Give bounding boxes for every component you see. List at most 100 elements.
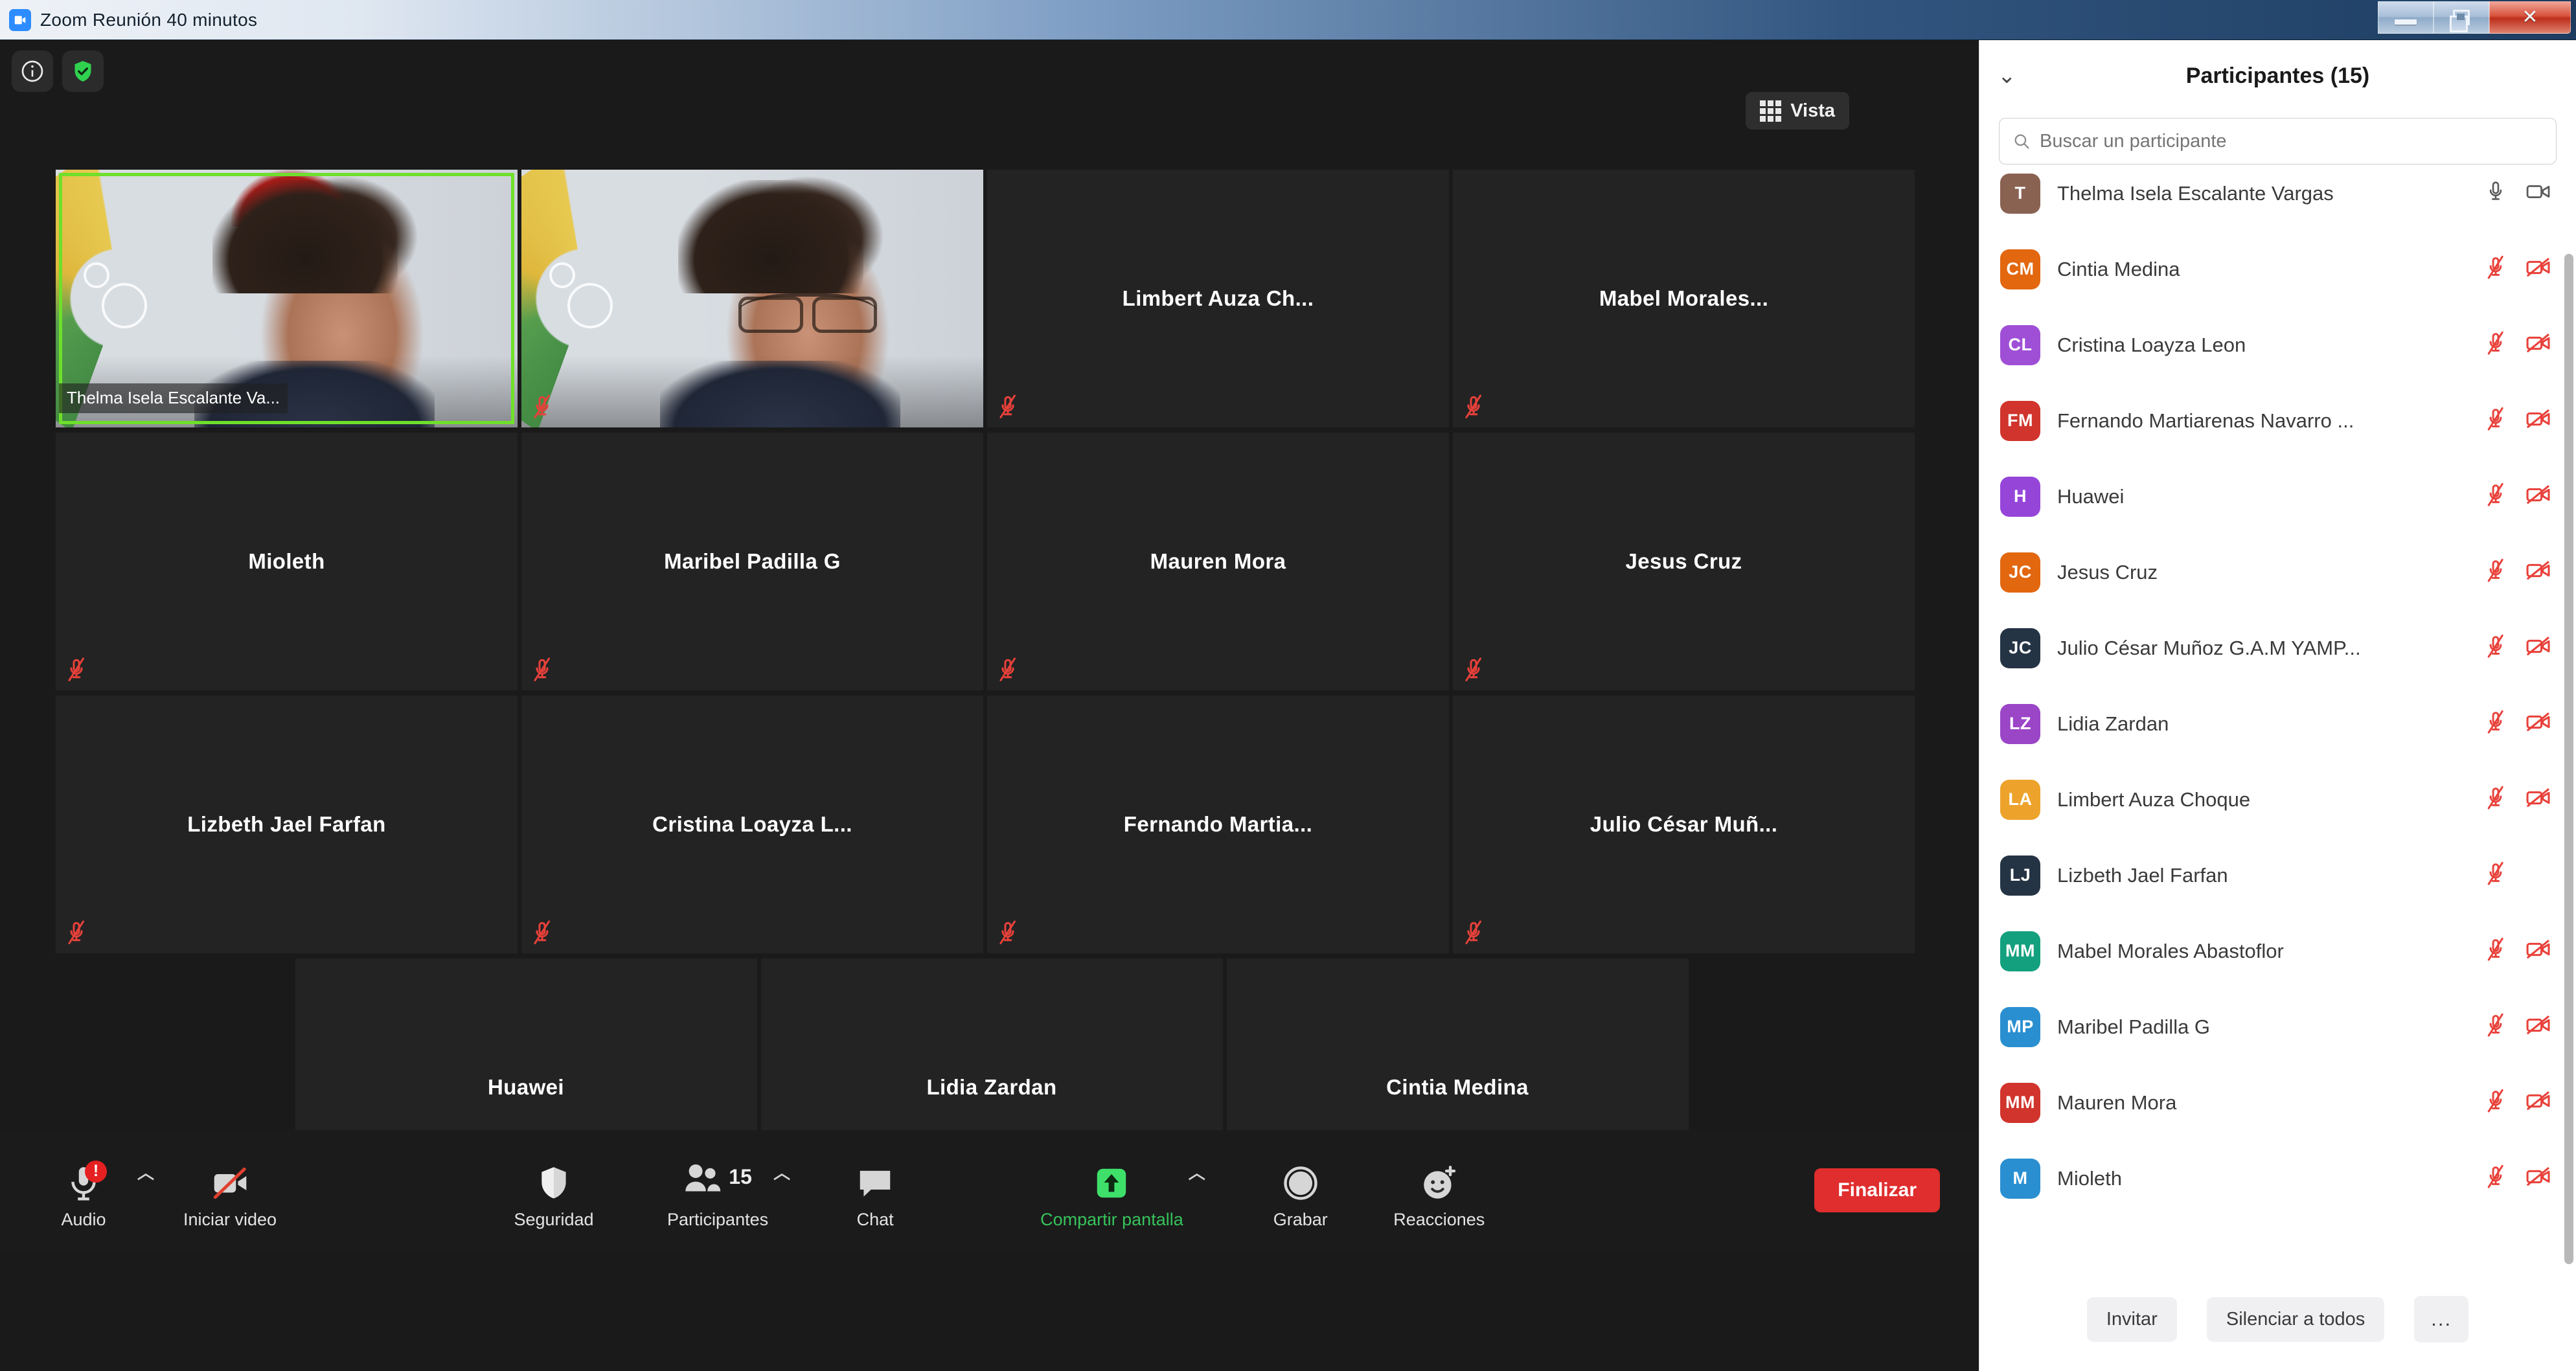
minimize-button[interactable] [2378,1,2434,34]
video-tile[interactable] [521,170,983,427]
background-logo-ring [549,262,575,289]
participant-row[interactable]: MM Mabel Morales Abastoflor [1979,913,2576,989]
hair [212,179,398,294]
participant-row[interactable]: LJ Lizbeth Jael Farfan [1979,837,2576,913]
record-button-label: Grabar [1273,1209,1328,1229]
video-tile[interactable]: Lizbeth Jael Farfan [56,696,518,953]
avatar: LA [2000,779,2040,820]
muted-mic-icon[interactable] [2483,331,2509,359]
camera-off-icon[interactable] [2525,407,2551,435]
muted-mic-icon[interactable] [2483,407,2509,435]
participant-search-box[interactable] [1999,118,2557,164]
participant-row[interactable]: LA Limbert Auza Choque [1979,762,2576,837]
muted-mic-icon[interactable] [2483,1164,2509,1192]
participant-name: Cintia Medina [2057,257,2180,280]
participant-name: Lizbeth Jael Farfan [2057,863,2228,887]
muted-mic-icon[interactable] [2483,786,2509,813]
share-screen-button[interactable]: Compartir pantalla [1040,1151,1183,1230]
participant-name: Limbert Auza Choque [2057,787,2251,811]
participant-row[interactable]: CM Cintia Medina [1979,231,2576,307]
share-options-caret[interactable]: ︿ [1183,1160,1211,1184]
participants-options-caret[interactable]: ︿ [768,1160,795,1184]
muted-mic-icon[interactable] [2483,1089,2509,1116]
participant-row[interactable]: FM Fernando Martiarenas Navarro ... [1979,383,2576,459]
participants-button[interactable]: 15 Participantes [667,1151,768,1230]
camera-off-icon[interactable] [2525,786,2551,813]
participant-row[interactable]: JC Julio César Muñoz G.A.M YAMP... [1979,610,2576,686]
camera-icon[interactable] [2525,179,2551,207]
participant-row[interactable]: JC Jesus Cruz [1979,534,2576,610]
more-options-button[interactable]: ... [2414,1296,2469,1343]
participant-row[interactable]: M Mioleth [1979,1140,2576,1216]
participant-name: Cristina Loayza Leon [2057,333,2246,356]
participant-status-icons [2483,255,2551,283]
info-icon[interactable] [12,51,53,92]
video-grid-row: Thelma Isela Escalante Va... Limbert Auza… [56,170,1928,427]
start-video-button[interactable]: Iniciar video [181,1151,279,1230]
mute-all-button[interactable]: Silenciar a todos [2206,1297,2385,1342]
record-button[interactable]: Grabar [1252,1151,1349,1230]
video-tile[interactable]: Limbert Auza Ch... [987,170,1449,427]
background-logo-ring [102,283,148,329]
muted-mic-icon[interactable] [2483,634,2509,662]
participants-scrollbar[interactable] [2564,254,2573,1303]
end-meeting-button[interactable]: Finalizar [1814,1168,1940,1212]
video-tile[interactable]: Mauren Mora [987,433,1449,690]
scrollbar-thumb[interactable] [2564,254,2573,1264]
encryption-shield-icon[interactable] [62,51,104,92]
audio-button[interactable]: ! Audio [35,1151,132,1230]
participant-name: Lidia Zardan [2057,712,2169,735]
window-title: Zoom Reunión 40 minutos [40,9,258,30]
participant-row[interactable]: MP Maribel Padilla G [1979,989,2576,1065]
participants-list[interactable]: T Thelma Isela Escalante Vargas CM Cintia M… [1979,167,2576,1267]
participant-row[interactable]: CL Cristina Loayza Leon [1979,307,2576,383]
video-tile[interactable]: Julio César Muñ... [1453,696,1915,953]
view-button[interactable]: Vista [1746,92,1849,130]
reactions-button[interactable]: Reacciones [1391,1151,1488,1230]
avatar: JC [2000,552,2040,593]
mic-icon[interactable] [2483,179,2509,207]
video-tile[interactable]: Jesus Cruz [1453,433,1915,690]
video-tile[interactable]: Mioleth [56,433,518,690]
video-tile[interactable]: Cristina Loayza L... [521,696,983,953]
camera-off-icon[interactable] [2525,1013,2551,1041]
camera-off-icon[interactable] [2525,634,2551,662]
video-tile[interactable]: Maribel Padilla G [521,433,983,690]
muted-mic-icon[interactable] [2483,255,2509,283]
muted-mic-icon[interactable] [2483,1013,2509,1041]
close-button[interactable]: ✕ [2489,1,2571,34]
muted-mic-icon[interactable] [2483,861,2509,889]
search-input[interactable] [2040,130,2543,152]
camera-off-icon[interactable] [2525,558,2551,586]
meeting-toolbar: ! Audio ︿ Iniciar video Seguridad 15 Par… [0,1130,1979,1251]
camera-off-icon[interactable] [2525,255,2551,283]
muted-mic-icon[interactable] [2483,937,2509,965]
camera-off-icon[interactable] [2525,1164,2551,1192]
camera-off-icon[interactable] [2525,937,2551,965]
video-tile[interactable]: Fernando Martia... [987,696,1449,953]
participant-row[interactable]: T Thelma Isela Escalante Vargas [1979,167,2576,231]
video-tile[interactable]: Thelma Isela Escalante Va... [56,170,518,427]
security-button[interactable]: Seguridad [505,1151,602,1230]
invite-button[interactable]: Invitar [2086,1297,2177,1342]
audio-options-caret[interactable]: ︿ [132,1160,159,1184]
restore-button[interactable] [2434,1,2489,34]
camera-off-icon[interactable] [2525,710,2551,738]
start-video-label: Iniciar video [183,1209,277,1229]
participant-row[interactable]: H Huawei [1979,459,2576,534]
muted-mic-icon[interactable] [2483,482,2509,510]
participant-row[interactable]: LZ Lidia Zardan [1979,686,2576,762]
video-tile[interactable]: Mabel Morales... [1453,170,1915,427]
camera-off-icon[interactable] [2525,1089,2551,1116]
participants-panel-title: Participantes (15) [2185,63,2370,88]
participant-row[interactable]: MM Mauren Mora [1979,1065,2576,1140]
tile-muted-mic-icon [1462,657,1485,683]
chevron-down-icon[interactable]: ⌄ [1998,65,2016,87]
torso [659,360,900,427]
participant-status-icons [2483,937,2551,965]
muted-mic-icon[interactable] [2483,710,2509,738]
camera-off-icon[interactable] [2525,331,2551,359]
muted-mic-icon[interactable] [2483,558,2509,586]
chat-button[interactable]: Chat [826,1151,924,1230]
camera-off-icon[interactable] [2525,482,2551,510]
